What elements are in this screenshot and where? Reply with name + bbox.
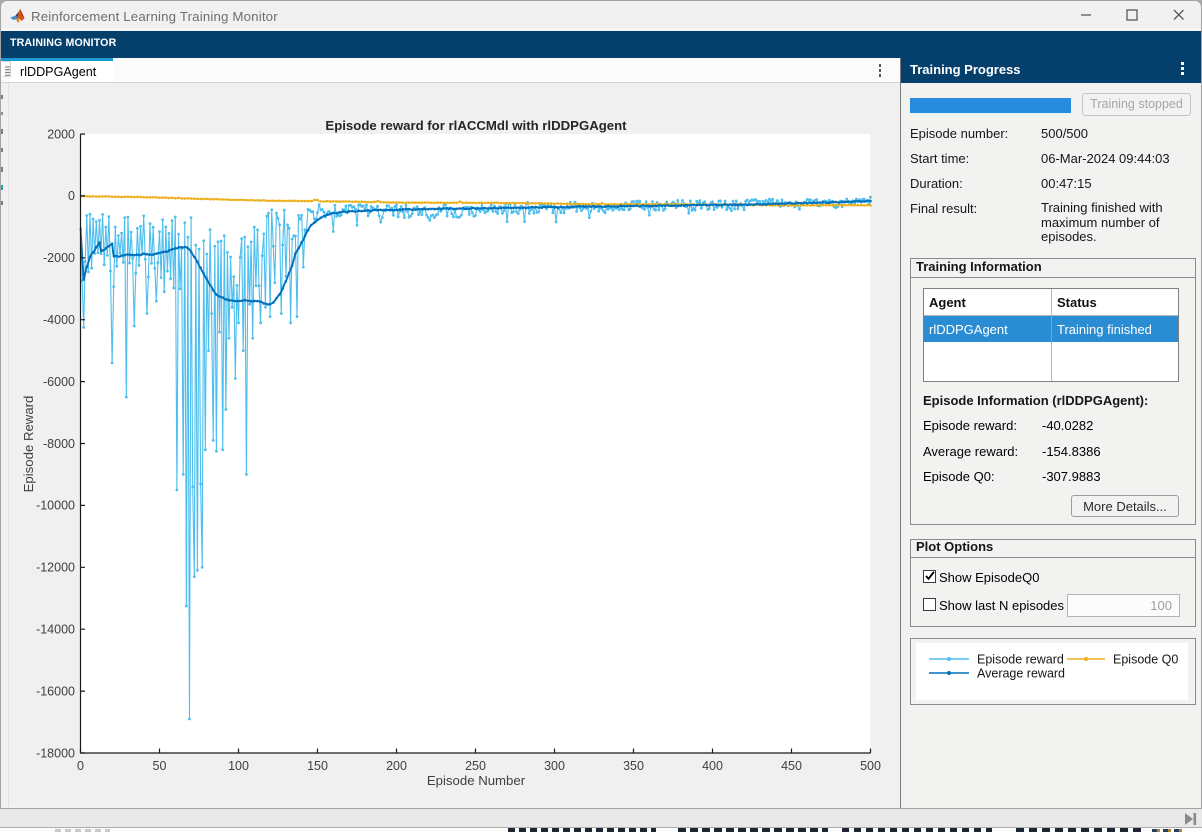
svg-text:2000: 2000 <box>47 127 75 141</box>
svg-text:250: 250 <box>465 759 486 773</box>
svg-text:Average reward: Average reward <box>977 667 1065 681</box>
svg-text:400: 400 <box>702 759 723 773</box>
svg-text:100: 100 <box>228 759 249 773</box>
svg-text:500: 500 <box>860 759 881 773</box>
svg-text:-6000: -6000 <box>43 375 75 389</box>
svg-text:200: 200 <box>386 759 407 773</box>
svg-text:150: 150 <box>307 759 328 773</box>
svg-text:0: 0 <box>77 759 84 773</box>
svg-text:300: 300 <box>544 759 565 773</box>
svg-text:Episode Reward: Episode Reward <box>21 396 36 493</box>
svg-text:Episode reward: Episode reward <box>977 653 1064 667</box>
svg-text:-14000: -14000 <box>36 623 75 637</box>
svg-text:Episode Q0: Episode Q0 <box>1113 653 1178 667</box>
svg-text:-2000: -2000 <box>43 251 75 265</box>
svg-text:0: 0 <box>68 189 75 203</box>
svg-text:-10000: -10000 <box>36 499 75 513</box>
svg-text:-16000: -16000 <box>36 684 75 698</box>
svg-text:Episode Number: Episode Number <box>427 773 526 788</box>
svg-text:-12000: -12000 <box>36 561 75 575</box>
svg-text:50: 50 <box>153 759 167 773</box>
svg-text:-4000: -4000 <box>43 313 75 327</box>
svg-text:450: 450 <box>781 759 802 773</box>
svg-text:-8000: -8000 <box>43 437 75 451</box>
svg-text:350: 350 <box>623 759 644 773</box>
svg-text:-18000: -18000 <box>36 746 75 760</box>
svg-text:Episode reward for rlACCMdl wi: Episode reward for rlACCMdl with rlDDPGA… <box>325 118 627 133</box>
